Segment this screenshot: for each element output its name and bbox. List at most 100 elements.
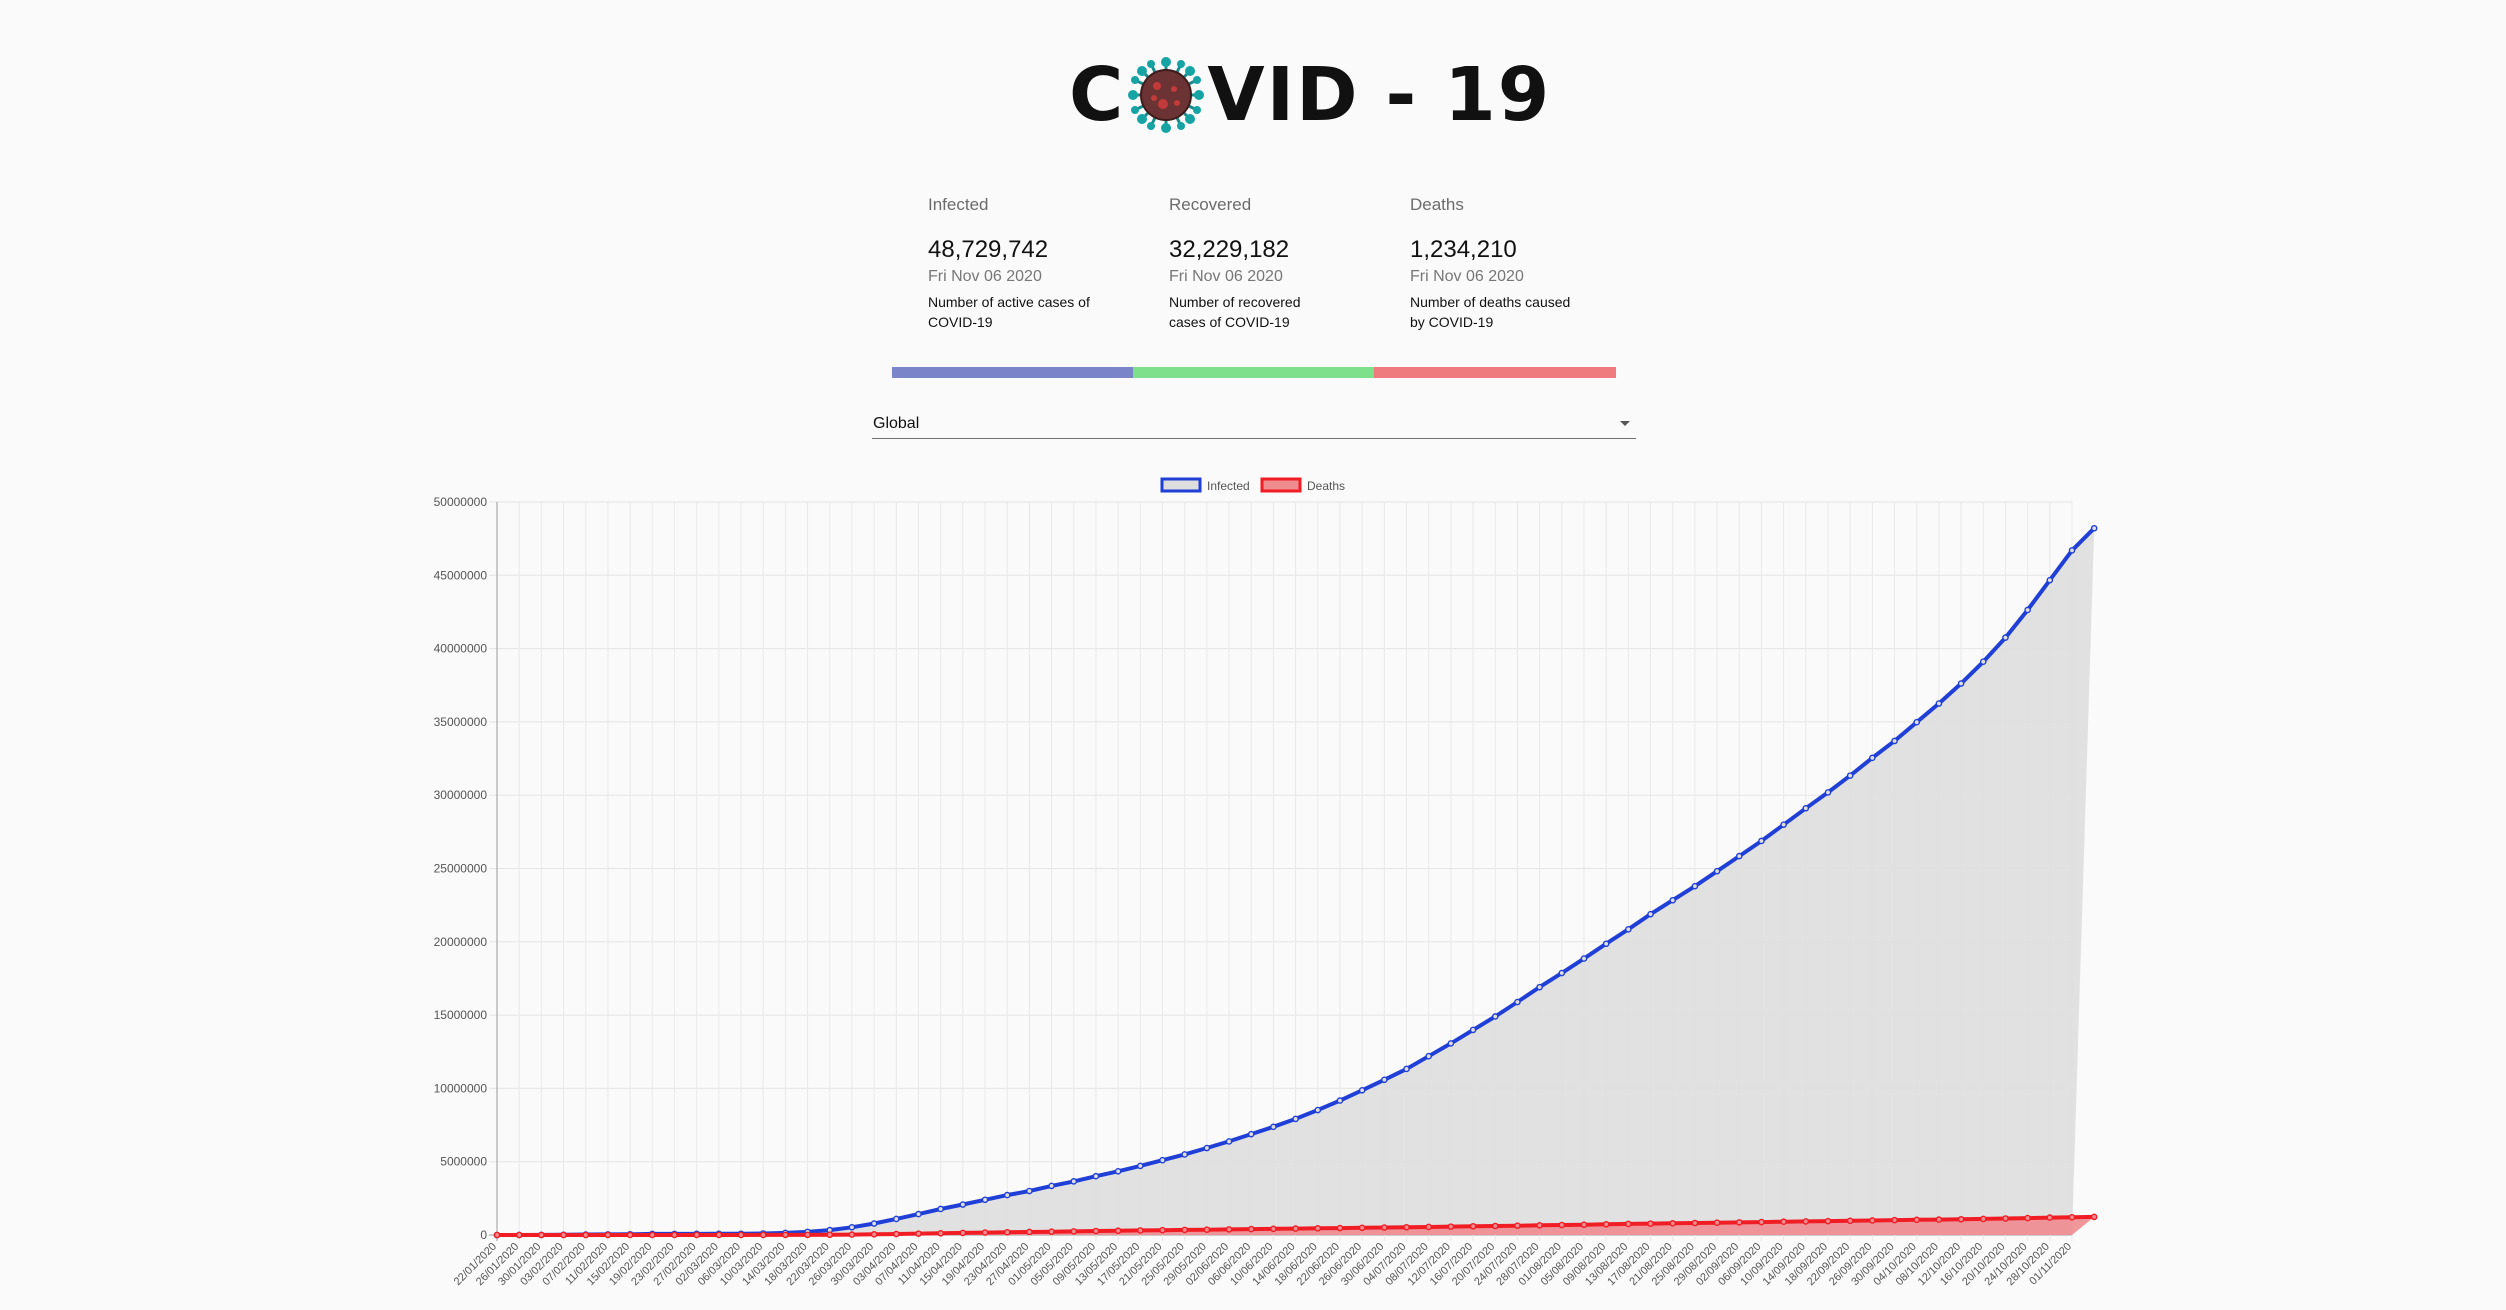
data-point xyxy=(1647,910,1654,918)
data-point xyxy=(2024,606,2031,614)
data-point xyxy=(1203,1226,1211,1233)
data-point xyxy=(1558,969,1566,977)
data-point xyxy=(693,1231,700,1239)
data-point xyxy=(1469,1026,1477,1034)
data-point xyxy=(915,1210,922,1218)
data-point xyxy=(1935,1216,1943,1223)
data-point xyxy=(959,1201,967,1208)
data-point xyxy=(1713,867,1721,875)
legend-label: Deaths xyxy=(1307,479,1345,493)
legend-swatch xyxy=(1260,477,1302,493)
data-point xyxy=(1625,926,1632,933)
data-point xyxy=(1758,837,1765,845)
data-point xyxy=(1114,1167,1122,1175)
data-point xyxy=(1048,1228,1055,1235)
data-point xyxy=(1891,1216,1898,1224)
data-point xyxy=(1070,1178,1078,1185)
y-tick-label: 50000000 xyxy=(434,495,488,509)
data-point xyxy=(1181,1226,1188,1234)
data-point xyxy=(1514,1222,1521,1229)
data-point xyxy=(1159,1226,1166,1234)
y-tick-label: 45000000 xyxy=(434,568,488,582)
data-point xyxy=(1824,789,1832,796)
data-point xyxy=(2068,547,2076,554)
data-point xyxy=(1580,1221,1588,1228)
data-point xyxy=(1491,1222,1499,1230)
data-point xyxy=(1647,1220,1654,1227)
data-point xyxy=(2068,1213,2076,1221)
data-point xyxy=(1913,718,1921,726)
data-point xyxy=(1979,658,1987,666)
y-tick-label: 25000000 xyxy=(434,862,488,876)
data-point xyxy=(981,1196,989,1204)
data-point xyxy=(1048,1182,1055,1190)
data-point xyxy=(804,1231,811,1239)
data-point xyxy=(1003,1191,1011,1199)
data-point xyxy=(1381,1224,1388,1231)
y-tick-label: 40000000 xyxy=(434,642,488,656)
data-point xyxy=(1691,882,1699,890)
data-point xyxy=(1846,772,1854,779)
data-point xyxy=(1935,700,1943,707)
data-point xyxy=(1602,940,1610,948)
data-point xyxy=(1425,1052,1432,1060)
data-point xyxy=(1447,1040,1455,1047)
cases-line-chart: 0 5000000 10000000 15000000 20000000 25000000… xyxy=(434,477,2098,1288)
data-point xyxy=(1203,1144,1211,1152)
data-point xyxy=(1802,804,1810,812)
data-point xyxy=(1314,1225,1322,1232)
data-point xyxy=(1869,754,1876,762)
data-point xyxy=(1979,1215,1987,1223)
data-point xyxy=(1314,1106,1322,1114)
data-point xyxy=(1247,1130,1255,1138)
data-point xyxy=(759,1231,767,1239)
legend-label: Infected xyxy=(1207,479,1250,493)
data-point xyxy=(1070,1228,1078,1235)
data-point xyxy=(2002,634,2009,641)
data-point xyxy=(715,1231,723,1239)
data-point xyxy=(1092,1172,1100,1180)
data-point xyxy=(1602,1220,1610,1228)
data-point xyxy=(892,1215,900,1223)
data-point xyxy=(1270,1123,1277,1131)
data-point xyxy=(1491,1013,1499,1020)
data-point xyxy=(1358,1086,1366,1094)
data-point xyxy=(870,1231,878,1238)
data-point xyxy=(959,1229,967,1237)
data-point xyxy=(671,1231,678,1239)
data-point xyxy=(604,1231,612,1239)
y-tick-label: 35000000 xyxy=(434,715,488,729)
data-point xyxy=(1735,852,1743,860)
data-point xyxy=(1137,1162,1144,1170)
data-point xyxy=(1403,1223,1410,1231)
data-point xyxy=(826,1231,834,1239)
data-point xyxy=(538,1231,545,1239)
data-point xyxy=(1891,737,1898,745)
data-point xyxy=(1358,1224,1366,1232)
data-point xyxy=(1181,1151,1188,1158)
data-point xyxy=(1292,1225,1299,1232)
data-point xyxy=(870,1220,878,1227)
data-point xyxy=(848,1231,856,1238)
data-point xyxy=(582,1231,590,1239)
data-point xyxy=(1469,1222,1477,1230)
data-point xyxy=(1425,1223,1432,1231)
data-point xyxy=(1957,1215,1965,1223)
data-point xyxy=(515,1231,523,1239)
data-point xyxy=(915,1230,922,1237)
data-point xyxy=(782,1231,789,1239)
y-tick-label: 30000000 xyxy=(434,788,488,802)
data-point xyxy=(1625,1220,1632,1228)
data-point xyxy=(981,1229,989,1236)
data-point xyxy=(2024,1214,2031,1222)
data-point xyxy=(737,1231,745,1239)
data-point xyxy=(1846,1217,1854,1225)
data-point xyxy=(626,1231,634,1239)
data-point xyxy=(1447,1223,1455,1230)
data-point xyxy=(848,1223,856,1231)
data-point xyxy=(937,1229,944,1237)
data-point xyxy=(1247,1225,1255,1233)
data-point xyxy=(1026,1228,1033,1236)
data-point xyxy=(1802,1218,1810,1225)
data-point xyxy=(1114,1227,1122,1235)
